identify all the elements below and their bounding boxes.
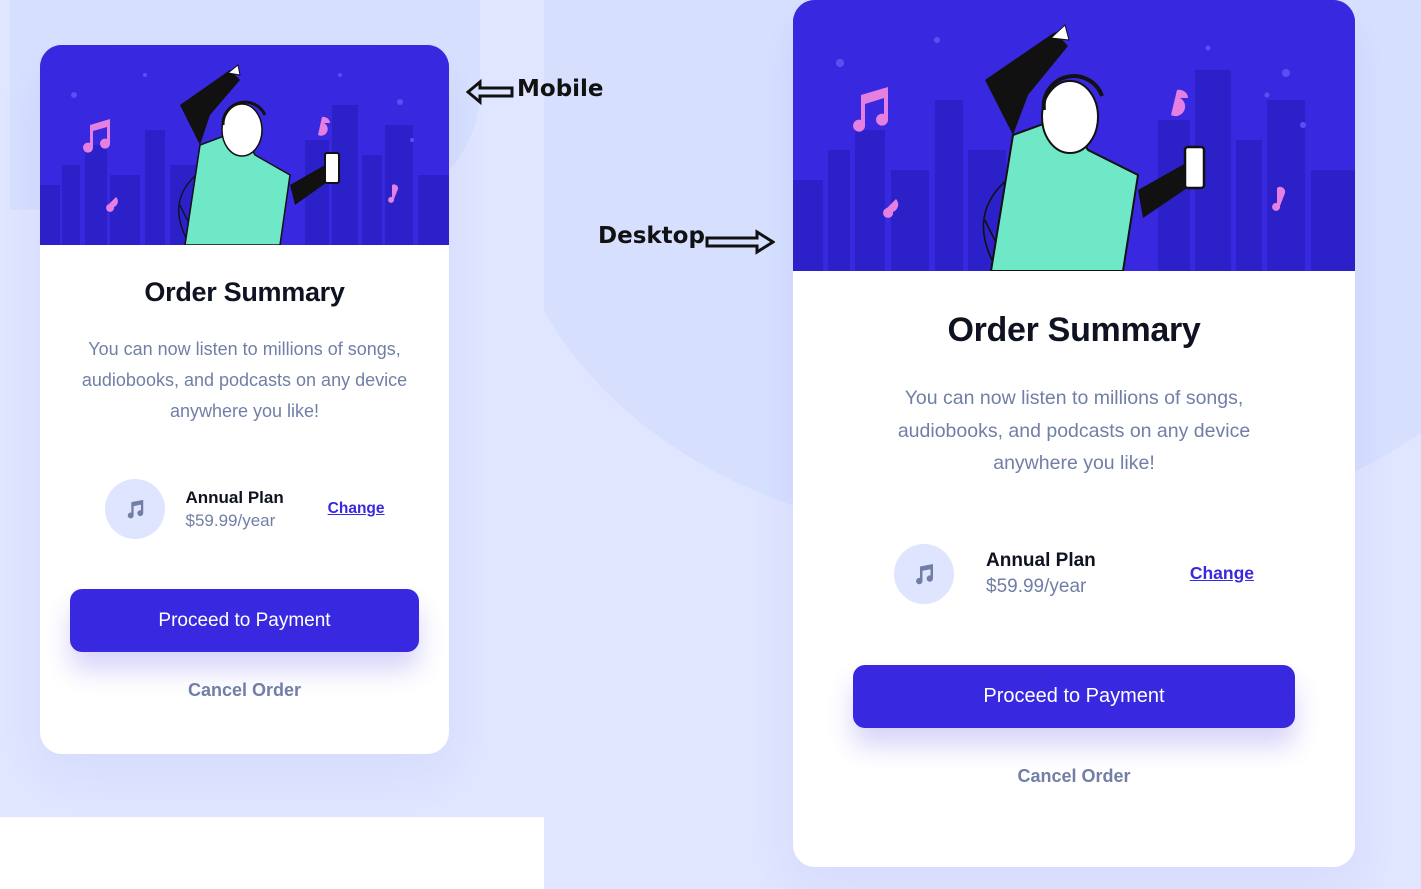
plan-summary: Annual Plan $59.99/year Change — [894, 543, 1254, 604]
hero-illustration-image — [793, 0, 1355, 271]
desktop-label: Desktop — [598, 223, 705, 249]
order-summary-card-desktop: Order Summary You can now listen to mill… — [793, 0, 1355, 867]
plan-name: Annual Plan — [185, 487, 284, 507]
order-description: You can now listen to millions of songs,… — [897, 387, 1251, 474]
music-note-icon — [894, 543, 954, 604]
proceed-to-payment-button[interactable]: Proceed to Payment — [70, 589, 419, 652]
plan-details: Annual Plan $59.99/year — [186, 488, 328, 531]
hero-illustration — [793, 0, 1355, 271]
order-description: You can now listen to millions of songs,… — [81, 339, 408, 421]
plan-name: Annual Plan — [986, 549, 1096, 571]
order-summary-card-mobile: Order Summary You can now listen to mill… — [40, 45, 449, 754]
cancel-order-button[interactable]: Cancel Order — [1017, 766, 1130, 787]
blank-area — [0, 817, 544, 889]
music-note-icon — [127, 499, 143, 519]
hero-illustration-image — [40, 45, 449, 245]
change-plan-link[interactable]: Change — [328, 500, 385, 518]
hero-illustration — [40, 45, 449, 245]
change-plan-link[interactable]: Change — [1190, 563, 1254, 584]
page-title: Order Summary — [947, 311, 1201, 349]
proceed-to-payment-button[interactable]: Proceed to Payment — [853, 664, 1295, 728]
mobile-label: Mobile — [517, 76, 604, 102]
plan-details: Annual Plan $59.99/year — [986, 550, 1190, 598]
plan-price: $59.99/year — [185, 510, 276, 530]
plan-price: $59.99/year — [986, 575, 1087, 597]
music-note-icon — [104, 479, 165, 539]
page-title: Order Summary — [144, 277, 345, 307]
cancel-order-button[interactable]: Cancel Order — [188, 680, 301, 701]
plan-summary: Annual Plan $59.99/year Change — [104, 479, 385, 539]
arrow-left-icon — [466, 79, 514, 105]
arrow-right-icon — [705, 229, 775, 255]
music-note-icon — [916, 563, 934, 584]
